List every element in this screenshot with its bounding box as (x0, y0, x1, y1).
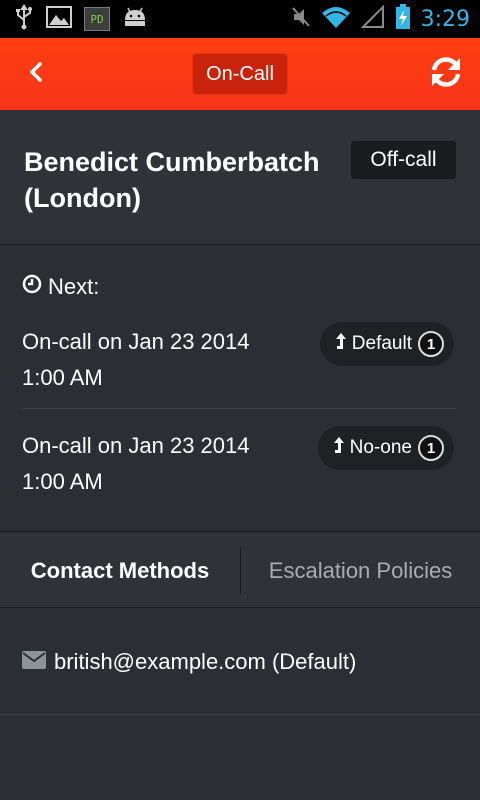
user-header: Benedict Cumberbatch (London) Off-call (0, 110, 480, 245)
escalation-policy-button[interactable]: No-one 1 (317, 426, 454, 470)
status-bar: PD 3:29 (0, 0, 480, 38)
page-title[interactable]: On-Call (192, 53, 288, 95)
clock-time: 3:29 (420, 6, 470, 32)
contact-method-item[interactable]: british@example.com (Default) (0, 609, 480, 715)
notification-icons: PD (14, 4, 148, 34)
envelope-icon (22, 650, 46, 673)
back-button[interactable] (18, 56, 54, 92)
schedule-time: On-call on Jan 23 2014 1:00 AM (22, 433, 250, 494)
action-bar: On-Call (0, 38, 480, 110)
wifi-icon (321, 5, 351, 33)
status-badge: Off-call (351, 141, 456, 179)
chevron-left-icon (28, 61, 44, 87)
schedule-time: On-call on Jan 23 2014 1:00 AM (22, 329, 250, 390)
pd-app-icon: PD (84, 7, 110, 31)
arrow-up-icon (332, 436, 344, 460)
next-heading: Next: (22, 274, 99, 300)
next-oncall-section: Next: On-call on Jan 23 2014 1:00 AM Def… (0, 246, 480, 532)
usb-icon (14, 4, 34, 34)
schedule-item: On-call on Jan 23 2014 1:00 AM Default 1 (22, 322, 458, 396)
policy-name: Default (351, 333, 412, 354)
tab-contact-methods[interactable]: Contact Methods (0, 533, 240, 608)
android-icon (122, 6, 148, 32)
signal-icon (360, 4, 385, 33)
divider (22, 408, 456, 409)
user-name: Benedict Cumberbatch (London) (24, 147, 320, 213)
refresh-icon (429, 55, 463, 93)
policy-name: No-one (349, 437, 412, 458)
image-icon (46, 5, 72, 33)
escalation-level: 1 (418, 435, 444, 461)
clock-icon (22, 274, 42, 300)
contact-email: british@example.com (Default) (54, 648, 357, 674)
arrow-up-icon (334, 332, 346, 356)
mute-icon (291, 5, 311, 33)
escalation-policy-button[interactable]: Default 1 (319, 322, 454, 366)
escalation-level: 1 (418, 331, 444, 357)
system-icons: 3:29 (291, 4, 470, 34)
tab-bar: Contact Methods Escalation Policies (0, 533, 480, 608)
refresh-button[interactable] (426, 54, 466, 94)
schedule-item: On-call on Jan 23 2014 1:00 AM No-one 1 (22, 426, 458, 500)
next-label: Next: (48, 274, 100, 299)
battery-charging-icon (395, 4, 411, 34)
tab-escalation-policies[interactable]: Escalation Policies (241, 533, 480, 608)
